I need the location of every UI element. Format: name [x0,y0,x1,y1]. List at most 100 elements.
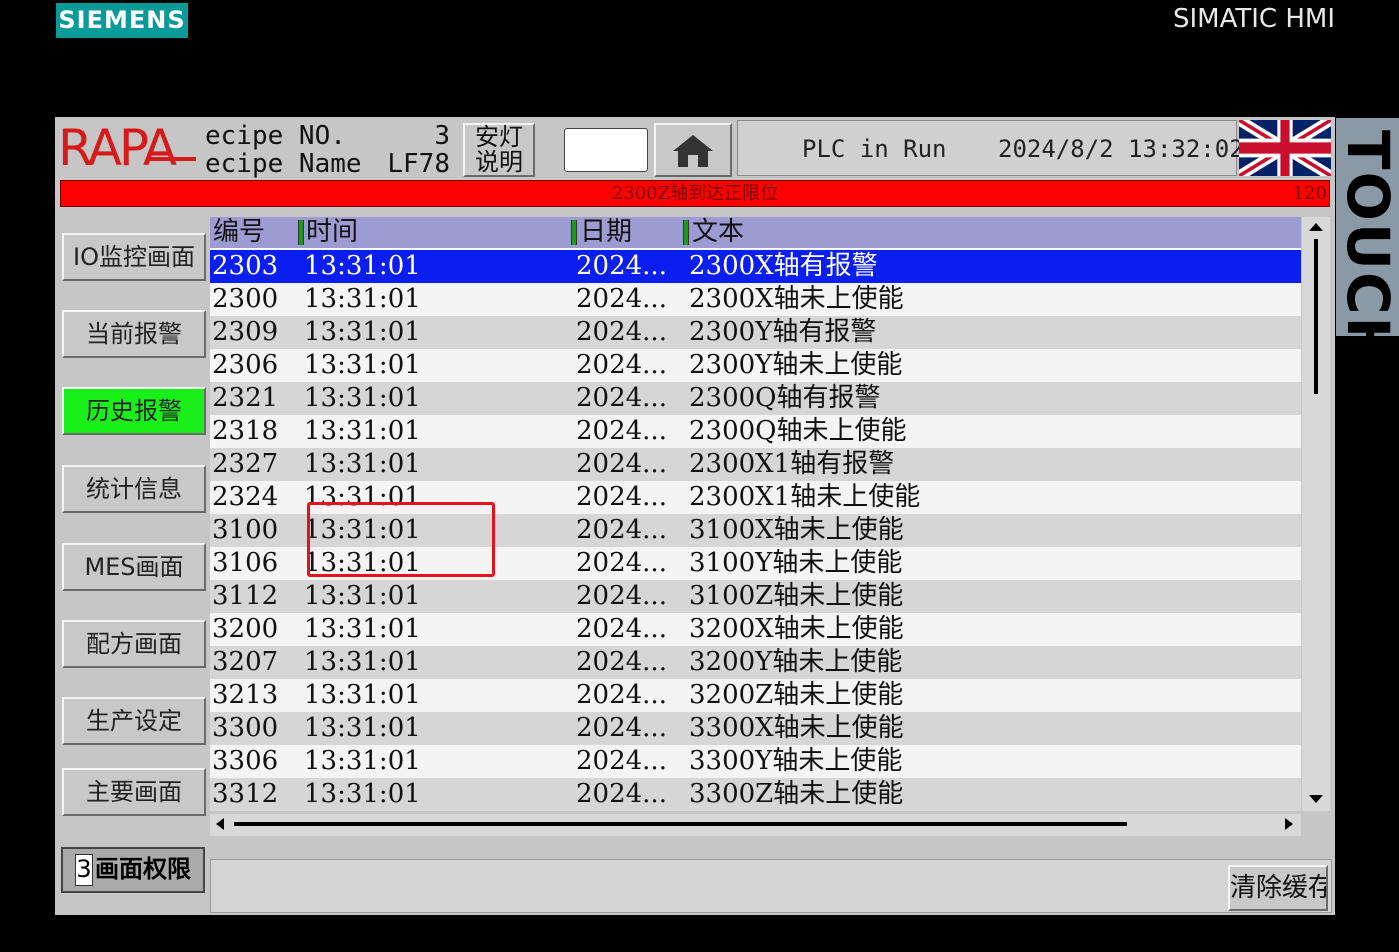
column-resize-handle[interactable] [298,220,304,245]
table-row[interactable]: 2321 13:31:01 2024... 2300Q轴有报警 [210,382,1301,415]
recipe-no-value: 3 [434,121,450,151]
cell-date: 2024... [576,647,667,677]
sidebar-item-io-monitor[interactable]: IO监控画面 [62,233,206,281]
cell-time: 13:31:01 [304,350,421,380]
horizontal-scrollbar-graphic [216,818,1293,830]
table-row[interactable]: 2318 13:31:01 2024... 2300Q轴未上使能 [210,415,1301,448]
cell-date: 2024... [576,746,667,776]
recipe-name: ecipe Name LF78 [205,149,450,179]
cell-date: 2024... [576,779,667,809]
cell-text: 2300Y轴未上使能 [689,350,903,380]
column-resize-handle[interactable] [571,220,577,245]
cell-time: 13:31:01 [304,614,421,644]
recipe-no: ecipe NO. 3 [205,121,450,151]
table-row[interactable]: 3300 13:31:01 2024... 3300X轴未上使能 [210,712,1301,745]
cell-no: 3312 [212,779,279,809]
column-header-date[interactable]: 日期 [580,217,632,248]
cell-time: 13:31:01 [304,680,421,710]
table-row[interactable]: 2300 13:31:01 2024... 2300X轴未上使能 [210,283,1301,316]
cell-date: 2024... [576,680,667,710]
table-row[interactable]: 2303 13:31:01 2024... 2300X轴有报警 [210,250,1301,283]
recipe-name-label: ecipe Name [205,149,362,179]
active-alarm-bar[interactable]: 2300Z轴到达正限位 120 [60,180,1330,207]
column-header-text[interactable]: 文本 [692,217,744,248]
column-header-time[interactable]: 时间 [306,217,358,248]
cell-text: 3100Y轴未上使能 [689,548,903,578]
language-uk-flag-icon[interactable] [1236,117,1334,182]
column-header-no[interactable]: 编号 [213,217,265,248]
home-icon [673,135,713,167]
rapa-logo-line [150,157,196,161]
alarm-count: 120 [1292,183,1327,204]
recipe-no-label: ecipe NO. [205,121,346,151]
sidebar-nav: IO监控画面 当前报警 历史报警 统计信息 MES画面 配方画面 生产设定 主要… [58,215,208,910]
cell-text: 3300X轴未上使能 [689,713,904,743]
table-row[interactable]: 3207 13:31:01 2024... 3200Y轴未上使能 [210,646,1301,679]
cell-text: 3300Y轴未上使能 [689,746,903,776]
cell-text: 2300X1轴有报警 [689,449,895,479]
vertical-scrollbar[interactable] [1302,217,1330,811]
cell-text: 3100X轴未上使能 [689,515,904,545]
sidebar-item-main-screen[interactable]: 主要画面 [62,768,206,816]
cell-no: 3112 [212,581,279,611]
table-row[interactable]: 3200 13:31:01 2024... 3200X轴未上使能 [210,613,1301,646]
cell-date: 2024... [576,515,667,545]
simatic-hmi-label: SIMATIC HMI [1173,4,1335,34]
table-row[interactable]: 3112 13:31:01 2024... 3100Z轴未上使能 [210,580,1301,613]
cell-time: 13:31:01 [304,713,421,743]
cell-date: 2024... [576,482,667,512]
message-area [210,859,1332,913]
blank-input-box[interactable] [564,128,648,172]
cell-time: 13:31:01 [304,449,421,479]
table-row[interactable]: 3312 13:31:01 2024... 3300Z轴未上使能 [210,778,1301,811]
recipe-name-value: LF78 [387,149,450,179]
screen-permission-button[interactable]: 3 画面权限 [61,847,205,893]
cell-no: 3100 [212,515,279,545]
cell-text: 2300X1轴未上使能 [689,482,921,512]
status-bar: PLC in Run 2024/8/2 13:32:02 [737,120,1244,176]
cell-date: 2024... [576,581,667,611]
rapa-logo: RAPA [58,119,177,177]
cell-text: 3200Y轴未上使能 [689,647,903,677]
table-row[interactable]: 3306 13:31:01 2024... 3300Y轴未上使能 [210,745,1301,778]
siemens-logo: SIEMENS [56,3,188,38]
cell-text: 2300Y轴有报警 [689,317,877,347]
cell-time: 13:31:01 [304,284,421,314]
cell-time: 13:31:01 [304,383,421,413]
cell-text: 3100Z轴未上使能 [689,581,904,611]
sidebar-item-recipe[interactable]: 配方画面 [62,620,206,668]
alarm-text: 2300Z轴到达正限位 [611,183,779,204]
cell-no: 3200 [212,614,279,644]
home-button[interactable] [654,123,732,177]
cell-no: 2306 [212,350,279,380]
cell-date: 2024... [576,317,667,347]
datetime: 2024/8/2 13:32:02 [998,135,1244,163]
table-row[interactable]: 2327 13:31:01 2024... 2300X1轴有报警 [210,448,1301,481]
cell-date: 2024... [576,383,667,413]
annotation-highlight-box [307,502,495,577]
cell-no: 3207 [212,647,279,677]
uk-flag-icon [1236,117,1334,182]
column-resize-handle[interactable] [683,220,689,245]
cell-date: 2024... [576,251,667,281]
cell-no: 2300 [212,284,279,314]
sidebar-item-production-settings[interactable]: 生产设定 [62,697,206,745]
cell-text: 2300Q轴有报警 [689,383,881,413]
sidebar-item-alarm-history[interactable]: 历史报警 [62,387,206,435]
clear-cache-button[interactable]: 清除缓存 [1228,865,1328,911]
andon-info-button[interactable]: 安灯 说明 [463,123,535,177]
cell-text: 2300Q轴未上使能 [689,416,907,446]
table-row[interactable]: 2306 13:31:01 2024... 2300Y轴未上使能 [210,349,1301,382]
andon-line1: 安灯 [475,123,523,151]
cell-text: 3300Z轴未上使能 [689,779,904,809]
touch-label-text: TOUCH [1336,130,1399,336]
sidebar-item-statistics[interactable]: 统计信息 [62,465,206,513]
cell-text: 3200Z轴未上使能 [689,680,904,710]
sidebar-item-current-alarms[interactable]: 当前报警 [62,310,206,358]
cell-no: 2327 [212,449,279,479]
horizontal-scrollbar[interactable] [210,814,1301,836]
table-row[interactable]: 2309 13:31:01 2024... 2300Y轴有报警 [210,316,1301,349]
sidebar-item-mes[interactable]: MES画面 [62,543,206,591]
plc-status: PLC in Run [802,135,947,163]
table-row[interactable]: 3213 13:31:01 2024... 3200Z轴未上使能 [210,679,1301,712]
